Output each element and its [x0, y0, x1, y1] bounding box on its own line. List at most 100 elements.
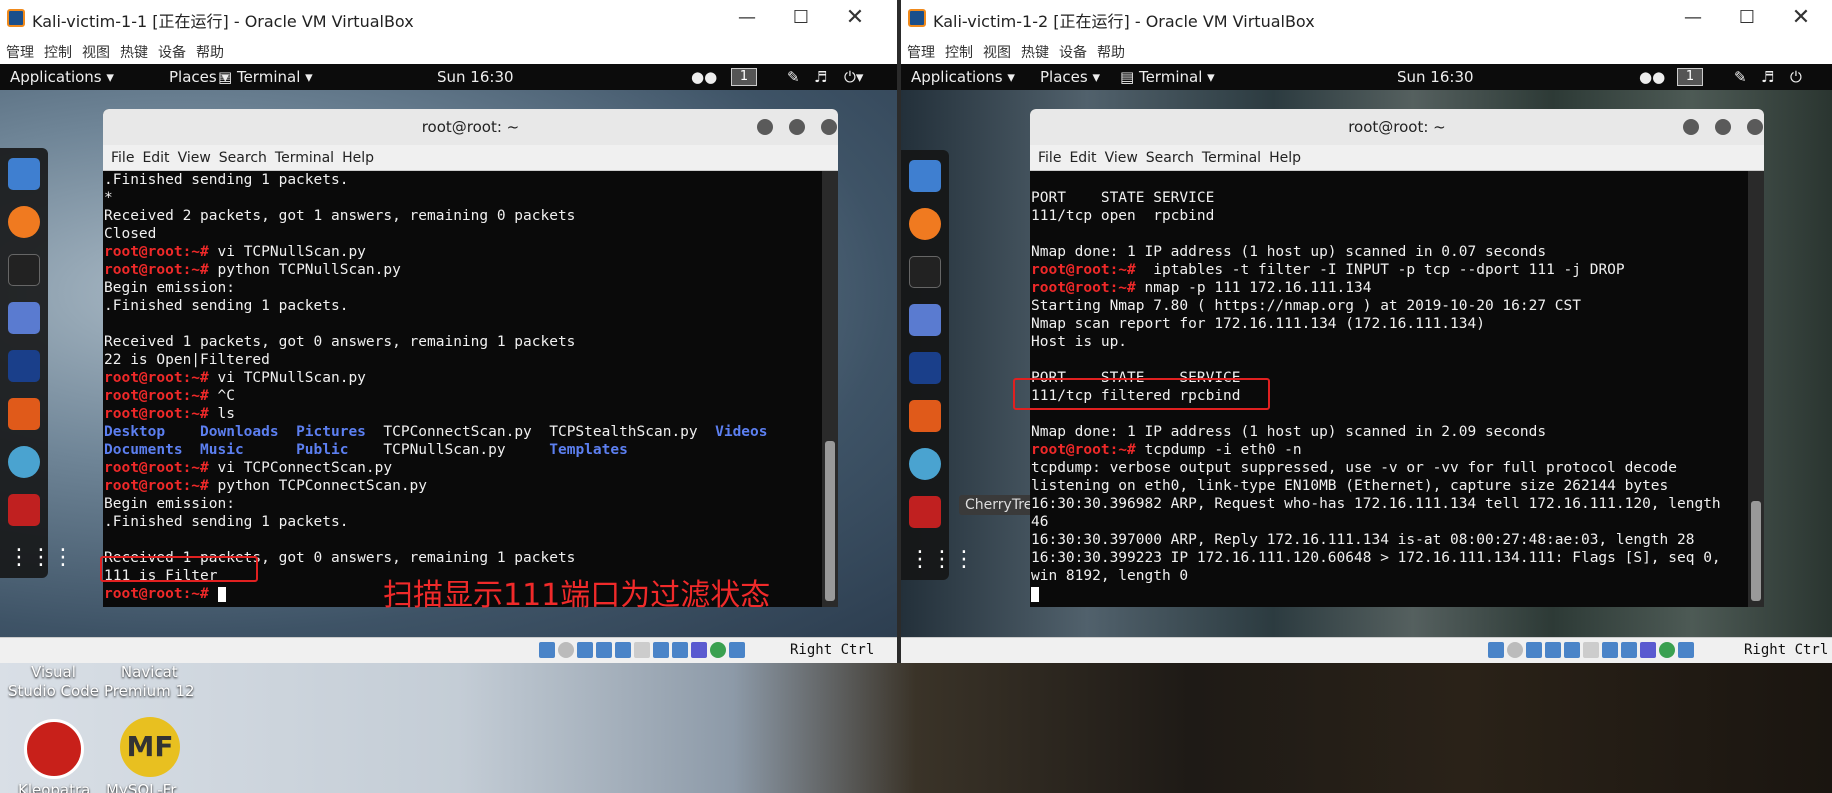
burp-icon[interactable] — [8, 398, 40, 430]
recording-icon[interactable] — [1621, 642, 1637, 658]
terminal-menu-edit[interactable]: Edit — [142, 150, 169, 166]
hdd-icon[interactable] — [1488, 642, 1504, 658]
cherrytree-icon[interactable] — [8, 494, 40, 526]
applications-menu[interactable]: Applications ▾ — [10, 68, 114, 86]
menu-view[interactable]: 视图 — [82, 42, 110, 62]
files-icon[interactable] — [8, 158, 40, 190]
menu-control[interactable]: 控制 — [44, 42, 72, 62]
clock[interactable]: Sun 16:30 — [437, 68, 514, 86]
shared-folder-icon[interactable] — [634, 642, 650, 658]
terminal-dock-icon[interactable] — [909, 256, 941, 288]
network-icon[interactable] — [1545, 642, 1561, 658]
metasploit-icon[interactable] — [8, 350, 40, 382]
minimize-button[interactable]: — — [1666, 2, 1720, 34]
terminal-menu-help[interactable]: Help — [1269, 150, 1301, 166]
pen-icon[interactable]: ✎ — [1734, 68, 1747, 86]
close-button[interactable]: ✕ — [828, 2, 882, 34]
terminal-menu-edit[interactable]: Edit — [1069, 150, 1096, 166]
mouse-integration-icon[interactable] — [729, 642, 745, 658]
audio-icon[interactable] — [1526, 642, 1542, 658]
group-icon[interactable]: ●● — [1639, 68, 1665, 86]
terminal-menu-view[interactable]: View — [1105, 150, 1138, 166]
applications-menu[interactable]: Applications ▾ — [911, 68, 1015, 86]
firefox-icon[interactable] — [909, 208, 941, 240]
close-button[interactable]: ✕ — [1774, 2, 1828, 34]
display-icon[interactable] — [653, 642, 669, 658]
terminal-menu-file[interactable]: File — [111, 150, 134, 166]
guest-additions-icon[interactable] — [1659, 642, 1675, 658]
eye-icon[interactable] — [8, 446, 40, 478]
workspace-indicator[interactable]: 1 — [1677, 68, 1703, 86]
menu-manage[interactable]: 管理 — [907, 42, 935, 62]
power-icon[interactable]: ⏻ — [1790, 68, 1802, 86]
terminal-dock-icon[interactable] — [8, 254, 40, 286]
scrollbar-thumb[interactable] — [825, 441, 835, 601]
terminal-menu-file[interactable]: File — [1038, 150, 1061, 166]
shared-folder-icon[interactable] — [1583, 642, 1599, 658]
terminal-maximize-button[interactable] — [1715, 119, 1731, 135]
audio-icon[interactable] — [577, 642, 593, 658]
terminal-close-button[interactable] — [821, 119, 837, 135]
burp-icon[interactable] — [909, 400, 941, 432]
desktop-icon-navicat[interactable]: Navicat Premium 12 — [104, 663, 195, 701]
terminal-menu-view[interactable]: View — [178, 150, 211, 166]
terminal-menu-terminal[interactable]: Terminal — [1202, 150, 1261, 166]
maximize-button[interactable]: ☐ — [1720, 2, 1774, 34]
terminal-menu-terminal[interactable]: Terminal — [275, 150, 334, 166]
menu-control[interactable]: 控制 — [945, 42, 973, 62]
workspace-indicator[interactable]: 1 — [731, 68, 757, 86]
usb-icon[interactable] — [1564, 642, 1580, 658]
menu-devices[interactable]: 设备 — [158, 42, 186, 62]
terminal-minimize-button[interactable] — [757, 119, 773, 135]
menu-hotkey[interactable]: 热键 — [1021, 42, 1049, 62]
volume-icon[interactable]: ♬ — [1761, 68, 1774, 86]
display-icon[interactable] — [1602, 642, 1618, 658]
terminal-menu-search[interactable]: Search — [219, 150, 267, 166]
places-menu[interactable]: Places ▾ — [1040, 68, 1100, 86]
optical-icon[interactable] — [558, 642, 574, 658]
terminal-minimize-button[interactable] — [1683, 119, 1699, 135]
terminal-scrollbar[interactable] — [1748, 171, 1764, 607]
vtx-icon[interactable] — [691, 642, 707, 658]
metasploit-icon[interactable] — [909, 352, 941, 384]
scrollbar-thumb[interactable] — [1751, 501, 1761, 601]
kleopatra-icon[interactable] — [24, 719, 84, 779]
terminal-menu-help[interactable]: Help — [342, 150, 374, 166]
menu-view[interactable]: 视图 — [983, 42, 1011, 62]
desktop-label-kleopatra[interactable]: Kleopatra — [18, 781, 90, 793]
guest-additions-icon[interactable] — [710, 642, 726, 658]
mysql-front-icon[interactable]: MF — [120, 717, 180, 777]
hdd-icon[interactable] — [539, 642, 555, 658]
optical-icon[interactable] — [1507, 642, 1523, 658]
vtx-icon[interactable] — [1640, 642, 1656, 658]
firefox-icon[interactable] — [8, 206, 40, 238]
terminal-close-button[interactable] — [1747, 119, 1763, 135]
recording-icon[interactable] — [672, 642, 688, 658]
app-grid-icon[interactable]: ⋮⋮⋮ — [909, 544, 975, 576]
text-editor-icon[interactable] — [909, 304, 941, 336]
terminal-maximize-button[interactable] — [789, 119, 805, 135]
terminal-menu-search[interactable]: Search — [1146, 150, 1194, 166]
menu-help[interactable]: 帮助 — [196, 42, 224, 62]
network-icon[interactable] — [596, 642, 612, 658]
power-icon[interactable]: ⏻▾ — [844, 68, 863, 86]
menu-devices[interactable]: 设备 — [1059, 42, 1087, 62]
text-editor-icon[interactable] — [8, 302, 40, 334]
eye-icon[interactable] — [909, 448, 941, 480]
usb-icon[interactable] — [615, 642, 631, 658]
terminal-app-menu[interactable]: ▤ Terminal ▾ — [1120, 68, 1215, 86]
menu-manage[interactable]: 管理 — [6, 42, 34, 62]
terminal-scrollbar[interactable] — [822, 171, 838, 607]
menu-hotkey[interactable]: 热键 — [120, 42, 148, 62]
minimize-button[interactable]: — — [720, 2, 774, 34]
desktop-icon-vscode[interactable]: Visual Studio Code — [8, 663, 99, 701]
files-icon[interactable] — [909, 160, 941, 192]
desktop-label-mysql[interactable]: MySQL-Fr — [106, 781, 176, 793]
pen-icon[interactable]: ✎ — [787, 68, 800, 86]
app-grid-icon[interactable]: ⋮⋮⋮ — [8, 542, 74, 574]
clock[interactable]: Sun 16:30 — [1397, 68, 1474, 86]
maximize-button[interactable]: ☐ — [774, 2, 828, 34]
mouse-integration-icon[interactable] — [1678, 642, 1694, 658]
cherrytree-icon[interactable] — [909, 496, 941, 528]
terminal-app-menu[interactable]: ▤ Terminal ▾ — [218, 68, 313, 86]
